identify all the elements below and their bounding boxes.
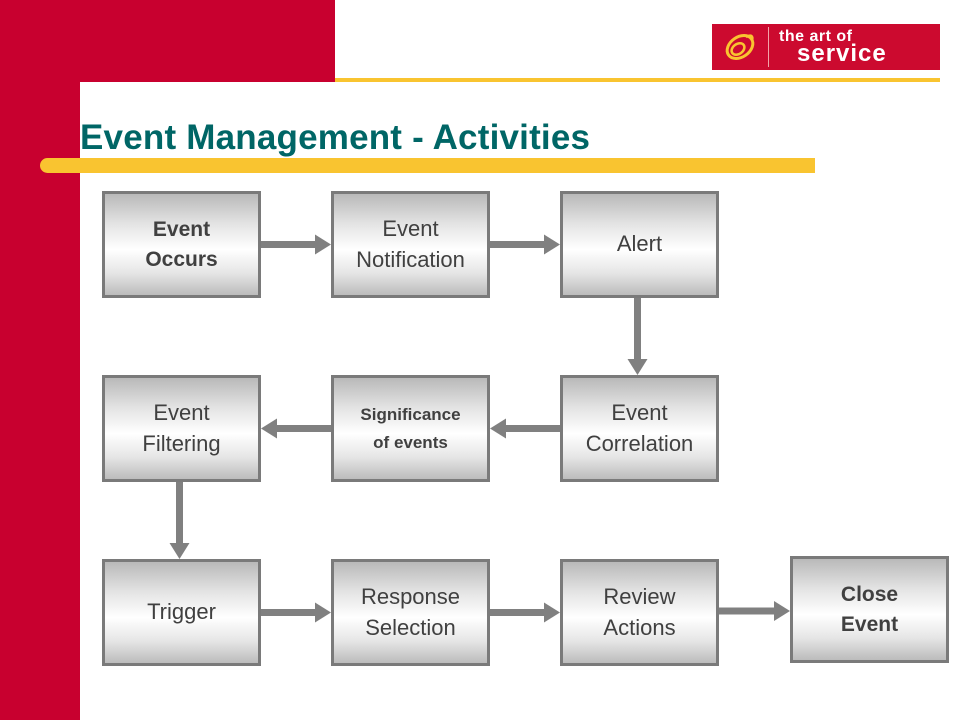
node-label: Significance of events: [360, 405, 461, 452]
arrow-significance-of-events-to-event-filtering: [261, 418, 331, 439]
node-alert: Alert: [560, 191, 719, 298]
arrow-alert-to-event-correlation: [627, 298, 648, 375]
node-label: Event Occurs: [145, 218, 218, 271]
node-response-selection: Response Selection: [331, 559, 490, 666]
arrow-head: [169, 543, 190, 559]
node-close-event: Close Event: [790, 556, 949, 663]
node-label: Event Notification: [356, 215, 465, 272]
node-label: Alert: [616, 231, 663, 257]
arrow-head: [627, 359, 648, 375]
arrow-head: [315, 234, 331, 255]
node-review-actions: Review Actions: [560, 559, 719, 666]
node-event-occurs: Event Occurs: [102, 191, 261, 298]
arrow-head: [544, 234, 560, 255]
node-event-filtering: Event Filtering: [102, 375, 261, 482]
arrow-event-notification-to-alert: [490, 234, 560, 255]
arrow-event-filtering-to-trigger: [169, 482, 190, 559]
node-event-correlation: Event Correlation: [560, 375, 719, 482]
node-label: Close Event: [840, 583, 899, 636]
arrow-review-actions-to-close-event: [719, 601, 790, 621]
arrow-event-correlation-to-significance-of-events: [490, 418, 560, 439]
arrow-head: [490, 418, 506, 439]
arrow-head: [261, 418, 277, 439]
node-label: Review Actions: [603, 583, 676, 640]
arrow-trigger-to-response-selection: [261, 602, 331, 623]
node-label: Response Selection: [360, 583, 461, 640]
node-trigger: Trigger: [102, 559, 261, 666]
node-event-notification: Event Notification: [331, 191, 490, 298]
arrow-response-selection-to-review-actions: [490, 602, 560, 623]
node-significance-of-events: Significance of events: [331, 375, 490, 482]
arrow-head: [774, 601, 790, 621]
node-label: Event Filtering: [142, 399, 221, 456]
arrow-head: [544, 602, 560, 623]
arrow-head: [315, 602, 331, 623]
node-label: Trigger: [147, 599, 216, 625]
node-label: Event Correlation: [585, 399, 694, 456]
arrow-event-occurs-to-event-notification: [261, 234, 331, 255]
